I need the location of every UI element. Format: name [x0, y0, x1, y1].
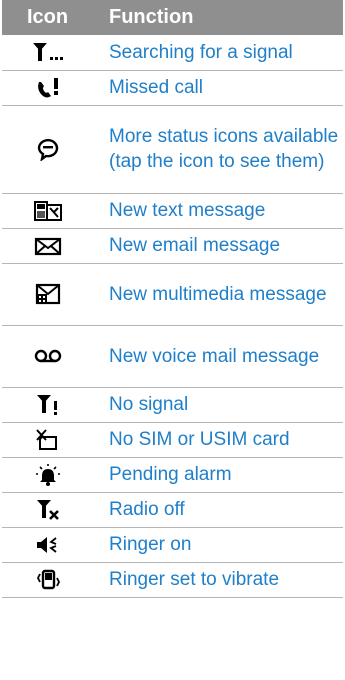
function-text: No signal: [93, 387, 343, 423]
table-row: No SIM or USIM card: [2, 422, 343, 458]
table-row: Radio off: [2, 492, 343, 528]
function-text: More status icons available (tap the ico…: [93, 105, 343, 194]
table-row: More status icons available (tap the ico…: [2, 105, 343, 194]
function-text: Ringer on: [93, 527, 343, 563]
function-text: Ringer set to vibrate: [93, 562, 343, 598]
function-text: New voice mail message: [93, 325, 343, 388]
function-text: Radio off: [93, 492, 343, 528]
table-row: Ringer on: [2, 527, 343, 563]
table-row: Ringer set to vibrate: [2, 562, 343, 598]
signal-searching-icon: [32, 43, 63, 62]
function-text: Pending alarm: [93, 457, 343, 493]
function-text: New multimedia message: [93, 263, 343, 326]
table-row: New text message: [2, 193, 343, 229]
table-header-row: Icon Function: [2, 0, 343, 35]
table-row: Pending alarm: [2, 457, 343, 493]
function-text: New text message: [93, 193, 343, 229]
radio-off-icon: [36, 499, 59, 520]
alarm-icon: [35, 463, 60, 486]
table-row: New multimedia message: [2, 263, 343, 326]
more-status-icon: [37, 139, 58, 161]
voicemail-icon: [34, 349, 61, 362]
function-text: Searching for a signal: [93, 35, 343, 71]
status-icons-table: Icon Function Searching for a signal Mis…: [2, 0, 343, 598]
function-text: No SIM or USIM card: [93, 422, 343, 458]
function-text: New email message: [93, 228, 343, 264]
column-header-icon: Icon: [2, 0, 93, 35]
table-row: New email message: [2, 228, 343, 264]
vibrate-icon: [36, 569, 60, 589]
text-message-icon: [33, 200, 62, 221]
missed-call-icon: [37, 77, 58, 97]
table-row: No signal: [2, 387, 343, 423]
column-header-function: Function: [93, 0, 343, 35]
multimedia-message-icon: [35, 283, 60, 305]
function-text: Missed call: [93, 70, 343, 106]
ringer-on-icon: [36, 536, 57, 553]
table-row: New voice mail message: [2, 325, 343, 388]
email-message-icon: [34, 237, 61, 255]
no-sim-icon: [35, 428, 57, 450]
table-row: Missed call: [2, 70, 343, 106]
no-signal-icon: [36, 394, 57, 415]
table-row: Searching for a signal: [2, 35, 343, 71]
